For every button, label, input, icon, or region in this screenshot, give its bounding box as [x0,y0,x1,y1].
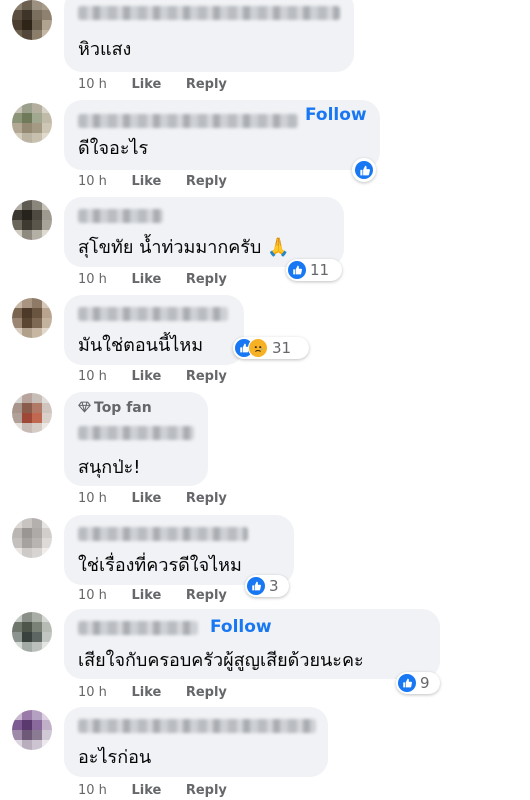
author-name[interactable] [78,6,340,20]
avatar[interactable] [12,612,52,652]
comment-text: ใช่เรื่องที่ควรดีใจไหม [78,555,242,576]
reaction-summary[interactable]: 31 [233,337,309,359]
reply-button[interactable]: Reply [186,588,227,603]
like-reaction-icon [355,161,373,179]
avatar[interactable] [12,0,52,40]
reaction-count: 3 [269,577,279,595]
comment-bubble: Follow ดีใจอะไร [64,100,380,170]
like-button[interactable]: Like [131,783,161,798]
top-fan-badge: Top fan [78,400,152,416]
comment-text: สนุกป่ะ! [78,457,141,478]
avatar[interactable] [12,200,52,240]
reaction-count: 9 [420,674,430,692]
comment-text: อะไรก่อน [78,747,152,768]
like-button[interactable]: Like [131,174,161,189]
author-name[interactable] [78,209,163,223]
comment-time[interactable]: 10 h [78,783,107,798]
author-name[interactable] [78,719,316,733]
avatar[interactable] [12,518,52,558]
comment-time[interactable]: 10 h [78,174,107,189]
comment-actions: 10 h Like Reply [78,685,247,700]
follow-button[interactable]: Follow [210,617,272,637]
reaction-summary[interactable] [352,158,376,182]
like-reaction-icon [288,261,306,279]
reaction-count: 11 [310,261,330,279]
comment-text: สุโขทัย น้ำท่วมมากครับ 🙏 [78,237,290,258]
avatar[interactable] [12,298,52,338]
comment-actions: 10 h Like Reply [78,272,247,287]
reply-button[interactable]: Reply [186,783,227,798]
reaction-summary[interactable]: 11 [286,259,342,281]
comment-time[interactable]: 10 h [78,685,107,700]
reply-button[interactable]: Reply [186,174,227,189]
reply-button[interactable]: Reply [186,685,227,700]
comment-time[interactable]: 10 h [78,491,107,506]
reply-button[interactable]: Reply [186,369,227,384]
top-fan-label: Top fan [94,400,152,416]
comment-actions: 10 h Like Reply [78,369,247,384]
like-reaction-icon [247,577,265,595]
avatar[interactable] [12,710,52,750]
comment-text: ดีใจอะไร [78,138,149,159]
comment-bubble: Follow เสียใจกับครอบครัวผู้สูญเสียด้วยนะ… [64,609,440,679]
comment-bubble: อะไรก่อน [64,707,328,777]
reaction-summary[interactable]: 9 [396,672,440,694]
reaction-count: 31 [272,339,292,357]
comment-bubble: หิวแสง [64,0,354,72]
comment-time[interactable]: 10 h [78,588,107,603]
comment-actions: 10 h Like Reply [78,77,247,92]
comment-bubble: Top fan สนุกป่ะ! [64,392,208,486]
comment-actions: 10 h Like Reply [78,491,247,506]
comment-text: หิวแสง [78,39,132,60]
like-reaction-icon [398,674,416,692]
comment-time[interactable]: 10 h [78,369,107,384]
comment-actions: 10 h Like Reply [78,588,247,603]
follow-button[interactable]: Follow [305,105,367,125]
comment-text: มันใช่ตอนนี้ไหม [78,335,204,356]
comment-actions: 10 h Like Reply [78,783,247,798]
reaction-summary[interactable]: 3 [245,575,289,597]
comment-text: เสียใจกับครอบครัวผู้สูญเสียด้วยนะคะ [78,650,364,671]
reply-button[interactable]: Reply [186,77,227,92]
like-button[interactable]: Like [131,272,161,287]
reply-button[interactable]: Reply [186,491,227,506]
diamond-icon [78,401,91,413]
comment-time[interactable]: 10 h [78,77,107,92]
reply-button[interactable]: Reply [186,272,227,287]
like-button[interactable]: Like [131,491,161,506]
like-button[interactable]: Like [131,588,161,603]
avatar[interactable] [12,103,52,143]
author-name[interactable] [78,114,298,128]
comment-bubble: มันใช่ตอนนี้ไหม [64,295,244,365]
author-name[interactable] [78,426,194,440]
like-button[interactable]: Like [131,77,161,92]
author-name[interactable] [78,621,198,635]
sad-reaction-icon [248,338,268,358]
comment-bubble: สุโขทัย น้ำท่วมมากครับ 🙏 [64,197,344,267]
like-button[interactable]: Like [131,369,161,384]
author-name[interactable] [78,527,248,541]
like-button[interactable]: Like [131,685,161,700]
comment-actions: 10 h Like Reply [78,174,247,189]
comment-time[interactable]: 10 h [78,272,107,287]
avatar[interactable] [12,393,52,433]
author-name[interactable] [78,307,228,321]
